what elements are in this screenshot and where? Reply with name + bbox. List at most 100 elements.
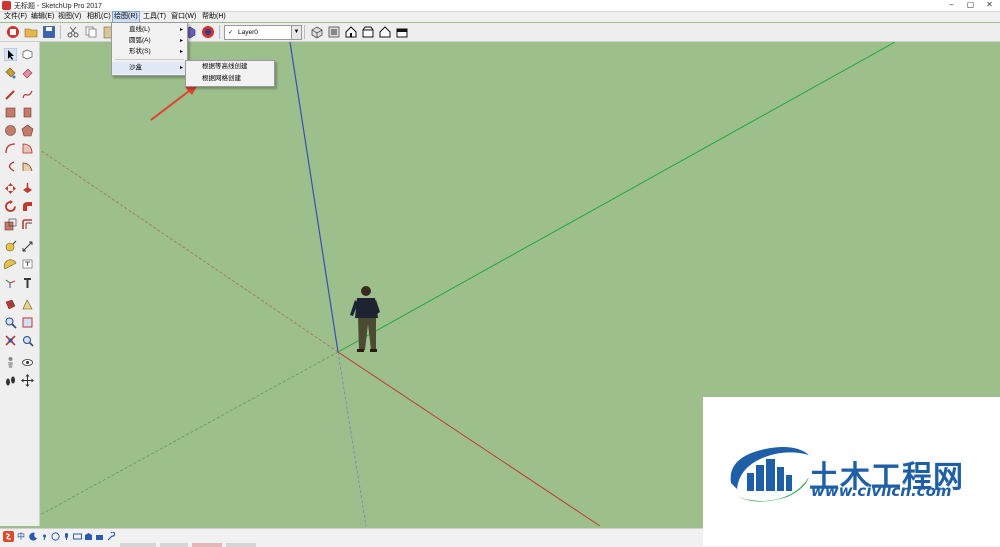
sandbox-from-contours[interactable]: 根据等高线创建 xyxy=(186,61,274,73)
eraser-icon[interactable] xyxy=(21,66,34,79)
iso-view-icon[interactable] xyxy=(310,25,324,39)
section-fill-icon[interactable] xyxy=(21,298,34,311)
layer-name: Layer0 xyxy=(238,29,258,36)
draw-menu-dropdown: 直线(L) ▸ 圆弧(A) ▸ 形状(S) ▸ 沙盒 ▸ xyxy=(111,22,188,76)
position-camera-icon[interactable] xyxy=(4,356,17,369)
axes-icon[interactable] xyxy=(4,276,17,289)
push-pull-icon[interactable] xyxy=(21,182,34,195)
red-axis-negative xyxy=(40,149,339,353)
maximize-button[interactable]: ▢ xyxy=(964,0,977,10)
model-info-icon[interactable] xyxy=(201,25,215,39)
text-icon[interactable] xyxy=(21,258,34,271)
circle-icon[interactable] xyxy=(4,124,17,137)
move-icon[interactable] xyxy=(4,182,17,195)
menu-file[interactable]: 文件(F) xyxy=(3,12,28,22)
layer-check-icon: ✓ xyxy=(228,29,234,36)
blue-axis-negative xyxy=(337,351,367,526)
menu-help[interactable]: 帮助(H) xyxy=(201,12,227,22)
cut-icon[interactable] xyxy=(66,25,80,39)
section-plane-icon[interactable] xyxy=(4,298,17,311)
skin-icon[interactable] xyxy=(84,532,93,541)
moon-icon[interactable] xyxy=(29,532,38,541)
toolbox-icon[interactable] xyxy=(95,532,104,541)
draw-menu-item-shape[interactable]: 形状(S) ▸ xyxy=(112,46,187,58)
green-axis-negative xyxy=(40,351,339,516)
close-button[interactable]: ✕ xyxy=(983,0,996,10)
menu-bar: 文件(F) 编辑(E) 视图(V) 相机(C) 绘图(R) 工具(T) 窗口(W… xyxy=(0,11,1000,23)
walk-icon[interactable] xyxy=(4,374,17,387)
rotate-icon[interactable] xyxy=(4,200,17,213)
red-axis xyxy=(337,351,601,526)
look-around-icon[interactable] xyxy=(21,356,34,369)
watermark-overlay: 土木工程网 www.civilcn.com xyxy=(703,397,1000,546)
toolbar-separator xyxy=(219,25,220,39)
ime-logo-icon[interactable] xyxy=(3,531,14,542)
watermark-url: www.civilcn.com xyxy=(811,482,952,500)
left-view-icon[interactable] xyxy=(395,25,409,39)
window-controls: – ▢ ✕ xyxy=(945,0,996,10)
follow-me-icon[interactable] xyxy=(21,200,34,213)
dimension-icon[interactable] xyxy=(21,240,34,253)
emoji-icon[interactable] xyxy=(51,532,60,541)
zoom-icon[interactable] xyxy=(4,316,17,329)
select-arrow-icon[interactable] xyxy=(4,48,17,61)
draw-menu-item-sandbox[interactable]: 沙盒 ▸ xyxy=(112,62,187,74)
new-file-icon[interactable] xyxy=(6,25,20,39)
3d-text-icon[interactable] xyxy=(21,276,34,289)
submenu-arrow-icon: ▸ xyxy=(179,65,183,71)
ime-language-label[interactable]: 中 xyxy=(17,531,25,542)
title-bar: 无标题 - SketchUp Pro 2017 – ▢ ✕ xyxy=(0,0,1000,12)
annotation-arrow xyxy=(150,87,194,121)
arc-icon[interactable] xyxy=(4,142,17,155)
sketchup-app-icon xyxy=(2,1,11,10)
component-icon[interactable] xyxy=(21,48,34,61)
zoom-window-icon[interactable] xyxy=(21,316,34,329)
back-view-icon[interactable] xyxy=(378,25,392,39)
civilcn-logo xyxy=(730,447,809,502)
menu-window[interactable]: 窗口(W) xyxy=(170,12,197,22)
previous-view-icon[interactable] xyxy=(21,334,34,347)
right-view-icon[interactable] xyxy=(361,25,375,39)
top-view-icon[interactable] xyxy=(327,25,341,39)
rotated-rectangle-icon[interactable] xyxy=(21,106,34,119)
pie-icon[interactable] xyxy=(21,142,34,155)
taskbar-tab[interactable] xyxy=(120,543,156,547)
save-icon[interactable] xyxy=(42,25,56,39)
rectangle-icon[interactable] xyxy=(4,106,17,119)
copy-icon[interactable] xyxy=(84,25,98,39)
three-point-arc-icon[interactable] xyxy=(4,160,17,173)
zoom-extents-icon[interactable] xyxy=(4,334,17,347)
blue-axis xyxy=(289,42,339,353)
window-title: 无标题 - SketchUp Pro 2017 xyxy=(14,3,102,10)
wrench-icon[interactable] xyxy=(106,532,115,541)
comma-icon[interactable] xyxy=(40,532,49,541)
orbit-icon[interactable] xyxy=(21,374,34,387)
protractor-icon[interactable] xyxy=(4,258,17,271)
scale-icon[interactable] xyxy=(4,218,17,231)
open-folder-icon[interactable] xyxy=(24,25,38,39)
front-view-icon[interactable] xyxy=(344,25,358,39)
minimize-button[interactable]: – xyxy=(945,0,958,10)
taskbar-tab[interactable] xyxy=(192,543,222,547)
freehand-icon[interactable] xyxy=(21,88,34,101)
layer-dropdown[interactable]: ✓ Layer0 ▼ xyxy=(224,25,302,40)
taskbar-tab[interactable] xyxy=(226,543,256,547)
dropdown-arrow-icon[interactable]: ▼ xyxy=(291,26,301,39)
menu-camera[interactable]: 相机(C) xyxy=(86,12,112,22)
submenu-arrow-icon: ▸ xyxy=(179,49,183,55)
polygon-icon[interactable] xyxy=(21,124,34,137)
paint-bucket-icon[interactable] xyxy=(4,66,17,79)
menu-edit[interactable]: 编辑(E) xyxy=(30,12,55,22)
tape-measure-icon[interactable] xyxy=(4,240,17,253)
keyboard-icon[interactable] xyxy=(73,532,82,541)
microphone-icon[interactable] xyxy=(62,532,71,541)
line-pencil-icon[interactable] xyxy=(4,88,17,101)
menu-tools[interactable]: 工具(T) xyxy=(142,12,167,22)
offset-icon[interactable] xyxy=(21,218,34,231)
menu-view[interactable]: 视图(V) xyxy=(57,12,82,22)
scale-figure[interactable] xyxy=(350,286,380,352)
taskbar-tab[interactable] xyxy=(160,543,188,547)
sandbox-from-scratch[interactable]: 根据网格创建 xyxy=(186,73,274,85)
two-point-arc-icon[interactable] xyxy=(21,160,34,173)
toolbar-separator xyxy=(304,25,305,39)
